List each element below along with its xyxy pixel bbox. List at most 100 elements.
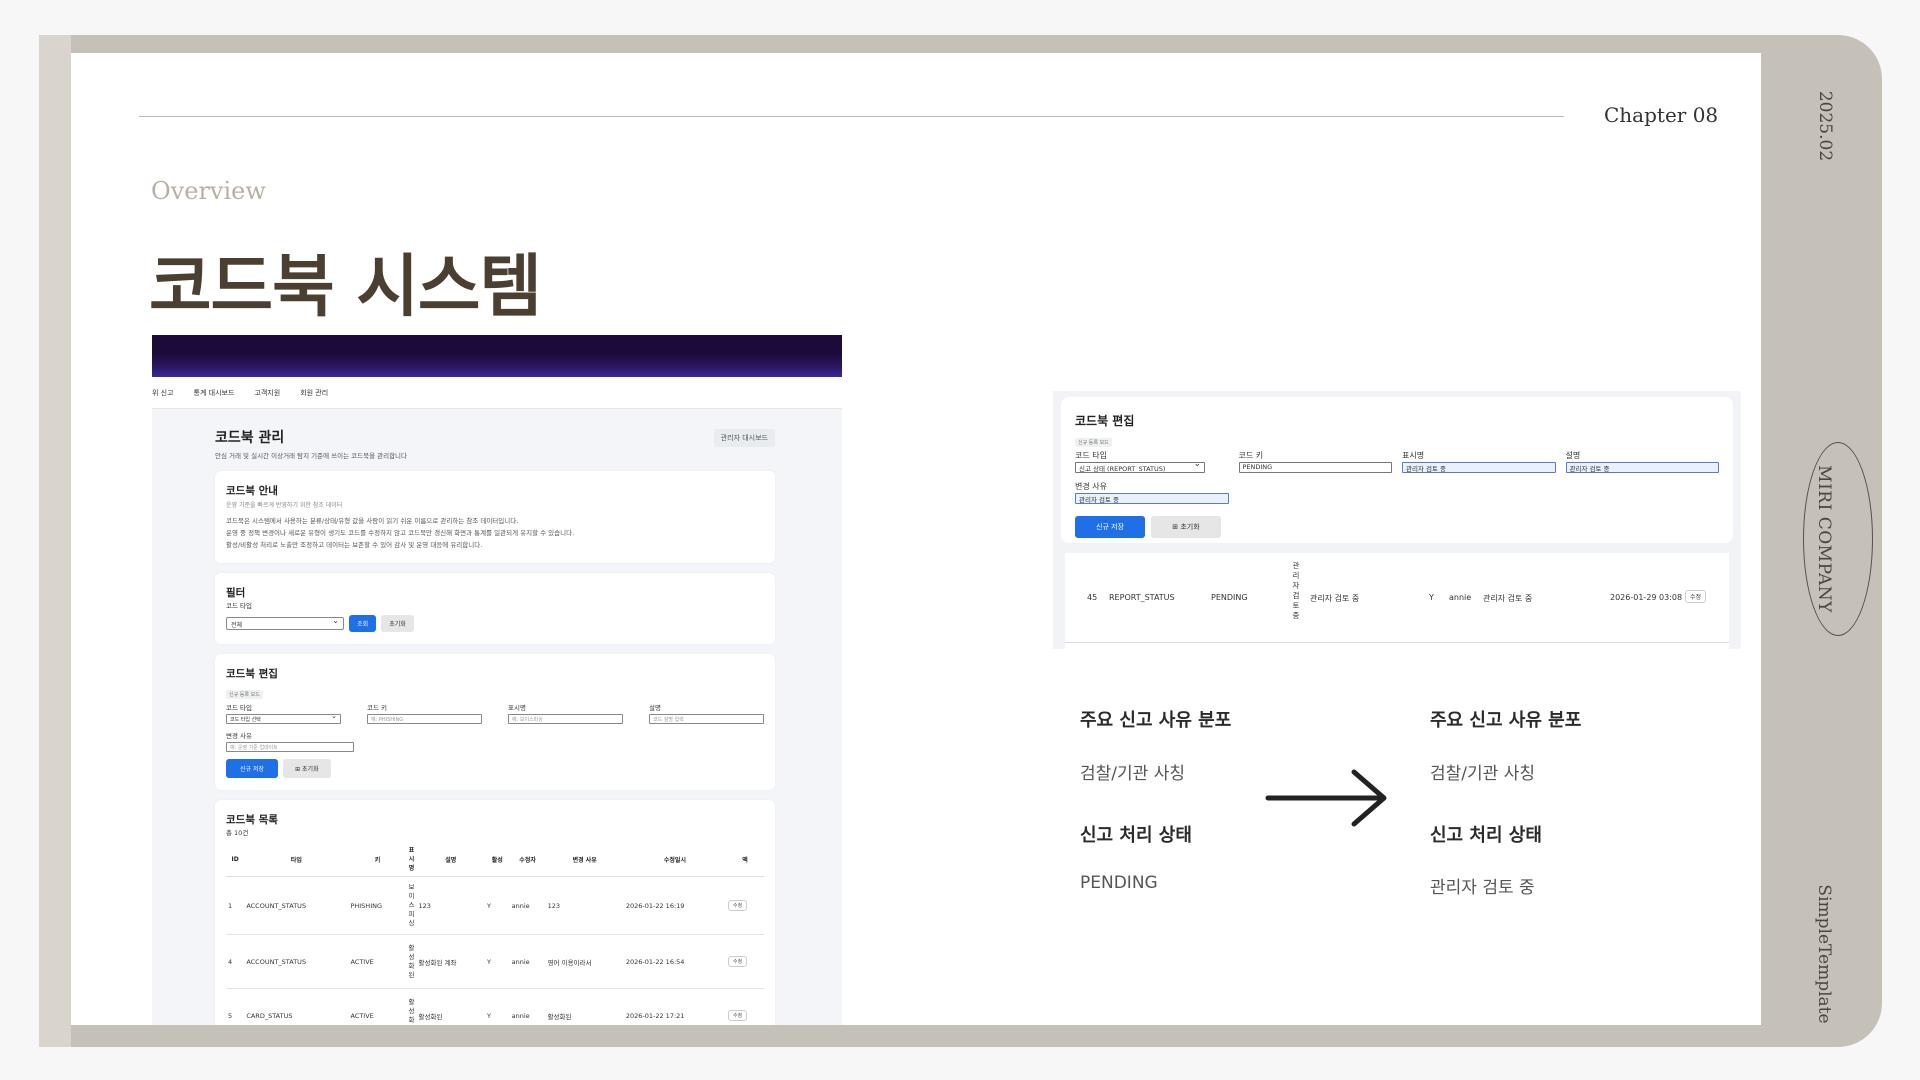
- filter-title: 필터: [226, 587, 246, 599]
- cell-editor: annie: [509, 988, 546, 1025]
- cell-reason: 관리자 검토 중: [1483, 594, 1533, 603]
- cell-id: 5: [226, 988, 245, 1025]
- edit-title: 코드북 편집: [226, 668, 278, 680]
- cell-action: 수정: [726, 876, 764, 935]
- guide-card: 코드북 안내 운영 기준을 빠르게 반영하기 위한 참조 데이터 코드북은 시스…: [215, 471, 775, 563]
- cell-editor: annie: [1449, 593, 1472, 602]
- nav-item-members[interactable]: 회원 관리: [300, 388, 328, 398]
- right-edit-title: 코드북 편집: [1075, 414, 1135, 428]
- guide-line: 운영 중 정책 변경이나 새로운 유형이 생기도 코드를 수정하지 않고 코드북…: [226, 529, 575, 537]
- list-card: 코드북 목록 총 10건 ID 타입 키 표시명 설명 활성 수정자 변경 사유: [215, 800, 775, 1025]
- before-head-1: 주요 신고 사유 분포: [1080, 710, 1232, 731]
- right-reset-button[interactable]: ⊞ 초기화: [1151, 516, 1221, 538]
- left-screenshot: 위 신고 통계 대시보드 고객지원 회원 관리 코드북 관리 안심 거래 및 실…: [152, 335, 842, 1025]
- mode-chip: 신규 등록 모드: [226, 690, 263, 699]
- right-reason-label: 변경 사유: [1075, 482, 1107, 491]
- cell-editor: annie: [509, 934, 546, 989]
- nav-item-report[interactable]: 위 신고: [152, 388, 174, 398]
- right-key-label: 코드 키: [1238, 451, 1264, 460]
- right-desc-input[interactable]: 관리자 검토 중: [1565, 462, 1719, 473]
- type-select[interactable]: 코드 타입 선택: [226, 712, 341, 724]
- cell-date: 2026-01-29 03:08: [1610, 593, 1683, 602]
- cell-display: 관리자검토중: [1292, 561, 1300, 620]
- codebook-content: 코드북 관리 안심 거래 및 실시간 이상거래 탐지 기준에 쓰이는 코드북을 …: [215, 427, 775, 1025]
- reset-button[interactable]: ⊞ 초기화: [283, 759, 331, 778]
- cell-reason: 123: [545, 876, 624, 935]
- key-input[interactable]: 예: PHISHING: [367, 714, 482, 724]
- table-row: 45 REPORT_STATUS PENDING 관리자검토중 관리자 검토 중…: [1065, 553, 1729, 643]
- col-active: 활성: [485, 843, 510, 877]
- cell-desc: 123: [416, 876, 486, 935]
- row-edit-button[interactable]: 수정: [728, 1010, 748, 1021]
- cell-reason: 활성화된: [545, 988, 624, 1025]
- edit-card: 코드북 편집 신규 등록 모드 코드 타입 코드 타입 선택 코드 키 예: P…: [215, 654, 775, 790]
- right-reason-input[interactable]: 관리자 검토 중: [1075, 493, 1229, 504]
- right-desc-label: 설명: [1565, 451, 1581, 460]
- after-val-2: 관리자 검토 중: [1430, 878, 1535, 898]
- right-save-button[interactable]: 신규 저장: [1075, 516, 1145, 538]
- nav-item-support[interactable]: 고객지원: [254, 388, 280, 398]
- side-date: 2025.02: [1815, 90, 1835, 162]
- reason-input[interactable]: 예: 운영 기준 업데이트: [226, 742, 354, 752]
- after-head-2: 신고 처리 상태: [1430, 825, 1542, 846]
- right-key-input[interactable]: PENDING: [1238, 462, 1392, 473]
- cell-type: CARD_STATUS: [244, 988, 349, 1025]
- right-display-input[interactable]: 관리자 검토 중: [1402, 462, 1556, 473]
- top-rule: [139, 116, 1564, 117]
- codebook-subtitle: 안심 거래 및 실시간 이상거래 탐지 기준에 쓰이는 코드북을 관리합니다: [215, 452, 408, 460]
- save-button[interactable]: 신규 저장: [226, 759, 278, 778]
- display-label: 표시명: [508, 704, 526, 712]
- cell-desc: 활성화된 계좌: [416, 934, 486, 989]
- after-head-1: 주요 신고 사유 분포: [1430, 710, 1582, 731]
- right-type-select[interactable]: 신고 상태 (REPORT_STATUS): [1075, 462, 1205, 473]
- right-type-label: 코드 타입: [1075, 451, 1107, 460]
- filter-search-button[interactable]: 조회: [349, 615, 377, 632]
- slide-title: 코드북 시스템: [149, 248, 542, 327]
- key-label: 코드 키: [367, 704, 388, 712]
- col-reason: 변경 사유: [545, 843, 624, 877]
- col-display: 표시명: [406, 843, 417, 877]
- right-display-label: 표시명: [1402, 451, 1425, 460]
- codebook-table: ID 타입 키 표시명 설명 활성 수정자 변경 사유 수정일시 액 1 ACC…: [226, 843, 764, 1025]
- filter-type-select[interactable]: 전체: [226, 616, 344, 630]
- before-val-1: 검찰/기관 사칭: [1080, 764, 1185, 784]
- row-edit-button[interactable]: 수정: [728, 956, 748, 967]
- display-input[interactable]: 예: 보이스피싱: [508, 714, 623, 724]
- col-desc: 설명: [416, 843, 486, 877]
- cell-active: Y: [485, 876, 510, 935]
- cell-action: 수정: [726, 934, 764, 989]
- row-edit-button[interactable]: 수정: [1685, 590, 1707, 603]
- right-screenshot: 코드북 편집 신규 등록 모드 코드 타입 신고 상태 (REPORT_STAT…: [1053, 391, 1741, 649]
- cell-desc: 활성화된: [416, 988, 486, 1025]
- cell-date: 2026-01-22 16:19: [623, 876, 727, 935]
- cell-id: 45: [1087, 593, 1098, 602]
- admin-dashboard-button[interactable]: 관리자 대시보드: [713, 429, 775, 447]
- guide-title: 코드북 안내: [226, 485, 278, 497]
- cell-date: 2026-01-22 17:21: [623, 988, 727, 1025]
- desc-input[interactable]: 코드 설명 입력: [649, 714, 764, 724]
- guide-line: 코드북은 시스템에서 사용하는 분류/상태/유형 값을 사람이 읽기 쉬운 이름…: [226, 517, 519, 525]
- filter-reset-button[interactable]: 초기화: [381, 615, 414, 632]
- cell-key: ACTIVE: [348, 934, 407, 989]
- right-mode-chip: 신규 등록 모드: [1075, 438, 1112, 447]
- row-edit-button[interactable]: 수정: [728, 900, 748, 911]
- cell-id: 1: [226, 876, 245, 935]
- cell-type: ACCOUNT_STATUS: [244, 876, 349, 935]
- table-row: 1 ACCOUNT_STATUS PHISHING 보이스피싱 123 Y an…: [226, 876, 764, 935]
- filter-type-label: 코드 타입: [226, 602, 252, 610]
- reason-label: 변경 사유: [226, 732, 252, 740]
- filter-card: 필터 코드 타입 전체 조회 초기화: [215, 573, 775, 644]
- cell-key: PENDING: [1211, 593, 1248, 602]
- app-banner: [152, 335, 842, 377]
- cell-display: 활성화된: [406, 934, 417, 989]
- before-head-2: 신고 처리 상태: [1080, 825, 1192, 846]
- guide-line: 활성/비활성 처리로 노출만 조정하고 데이터는 보존할 수 있어 감사 및 운…: [226, 541, 483, 549]
- nav-item-stats[interactable]: 통계 대시보드: [194, 388, 235, 398]
- before-val-2: PENDING: [1080, 873, 1158, 893]
- desc-label: 설명: [649, 704, 661, 712]
- table-row: 4 ACCOUNT_STATUS ACTIVE 활성화된 활성화된 계좌 Y a…: [226, 934, 764, 989]
- arrow-right-icon: [1265, 769, 1387, 827]
- col-action: 액: [726, 843, 764, 877]
- after-val-1: 검찰/기관 사칭: [1430, 764, 1535, 784]
- col-editor: 수정자: [509, 843, 546, 877]
